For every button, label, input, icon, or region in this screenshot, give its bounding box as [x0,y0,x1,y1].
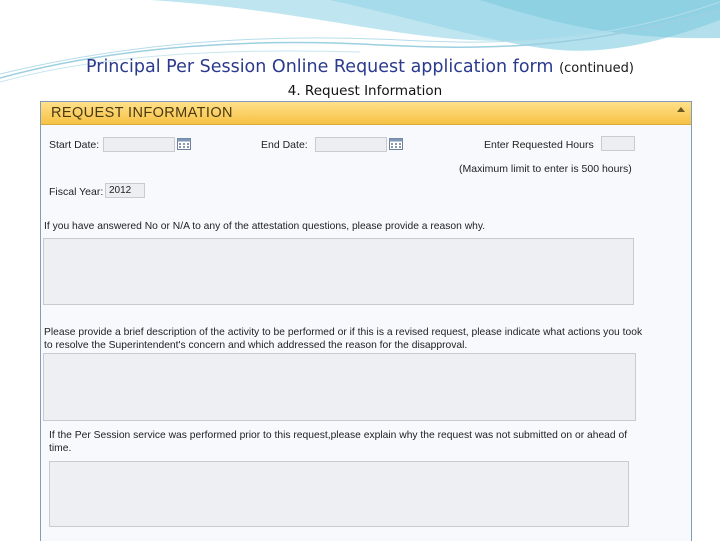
slide-title-text: Principal Per Session Online Request app… [86,57,554,77]
calendar-icon[interactable] [389,138,403,150]
request-information-form: REQUEST INFORMATION Start Date: End Date… [40,101,692,541]
slide-title-suffix: (continued) [559,61,634,76]
hours-limit-note: (Maximum limit to enter is 500 hours) [459,163,632,175]
start-date-input[interactable] [103,137,175,152]
fiscal-year-label: Fiscal Year: [49,186,104,198]
end-date-input[interactable] [315,137,387,152]
description-textarea[interactable] [43,353,636,421]
collapse-arrow-icon[interactable] [677,107,685,112]
requested-hours-input[interactable] [601,136,635,151]
end-date-label: End Date: [261,139,308,151]
description-prompt: Please provide a brief description of th… [44,327,643,351]
fiscal-year-input[interactable]: 2012 [105,183,145,198]
slide-subtitle: 4. Request Information [287,83,443,99]
prior-service-prompt: If the Per Session service was performed… [49,430,628,454]
form-header-title: REQUEST INFORMATION [51,105,233,121]
slide-title: Principal Per Session Online Request app… [0,57,720,77]
prior-service-textarea[interactable] [49,461,629,527]
requested-hours-label: Enter Requested Hours [484,139,594,151]
form-header: REQUEST INFORMATION [41,102,691,125]
reason-textarea[interactable] [43,238,634,305]
calendar-icon[interactable] [177,138,191,150]
start-date-label: Start Date: [49,139,100,151]
reason-prompt: If you have answered No or N/A to any of… [44,221,486,232]
